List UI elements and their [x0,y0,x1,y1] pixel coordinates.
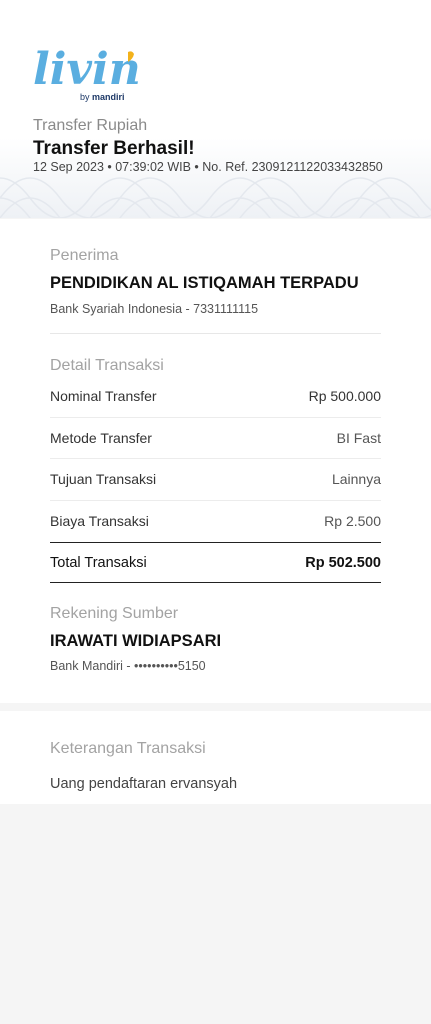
detail-row-purpose: Tujuan Transaksi Lainnya [50,459,381,501]
detail-row-value: Rp 500.000 [308,388,381,405]
source-name: IRAWATI WIDIAPSARI [50,632,222,650]
detail-row-label: Nominal Transfer [50,388,157,405]
receipt-header: livin' by mandiri Transfer Rupiah Transf… [0,0,431,218]
detail-row-label: Biaya Transaksi [50,513,149,530]
livin-logo-mark: livin' [33,44,154,95]
source-label: Rekening Sumber [50,605,179,622]
transfer-type: Transfer Rupiah [33,117,148,134]
detail-row-fee: Biaya Transaksi Rp 2.500 [50,501,381,543]
recipient-name: PENDIDIKAN AL ISTIQAMAH TERPADU [50,274,359,292]
total-value: Rp 502.500 [305,554,381,571]
total-label: Total Transaksi [50,554,147,571]
detail-row-nominal: Nominal Transfer Rp 500.000 [50,376,381,418]
transaction-meta: 12 Sep 2023 • 07:39:02 WIB • No. Ref. 23… [33,160,383,174]
recipient-bank: Bank Syariah Indonesia - 7331111115 [50,302,259,316]
detail-row-value: BI Fast [336,429,381,446]
recipient-label: Penerima [50,247,119,264]
divider [50,333,381,334]
detail-row-method: Metode Transfer BI Fast [50,418,381,459]
status-title: Transfer Berhasil! [33,138,195,159]
total-row: Total Transaksi Rp 502.500 [50,542,381,583]
logo-brand: mandiri [92,92,125,102]
note-card: Keterangan Transaksi Uang pendaftaran er… [0,711,431,804]
logo-byline: by mandiri [80,92,125,102]
logo-by: by [80,92,90,102]
details-label: Detail Transaksi [50,357,164,374]
livin-logo-text: livin' [33,44,143,94]
note-text: Uang pendaftaran ervansyah [50,776,238,792]
source-bank: Bank Mandiri - ••••••••••5150 [50,659,206,673]
detail-row-value: Lainnya [331,471,381,488]
detail-row-label: Metode Transfer [50,429,152,446]
note-label: Keterangan Transaksi [50,740,206,757]
detail-row-value: Rp 2.500 [324,513,381,530]
transaction-card: Penerima PENDIDIKAN AL ISTIQAMAH TERPADU… [0,219,431,703]
detail-row-label: Tujuan Transaksi [50,471,157,488]
